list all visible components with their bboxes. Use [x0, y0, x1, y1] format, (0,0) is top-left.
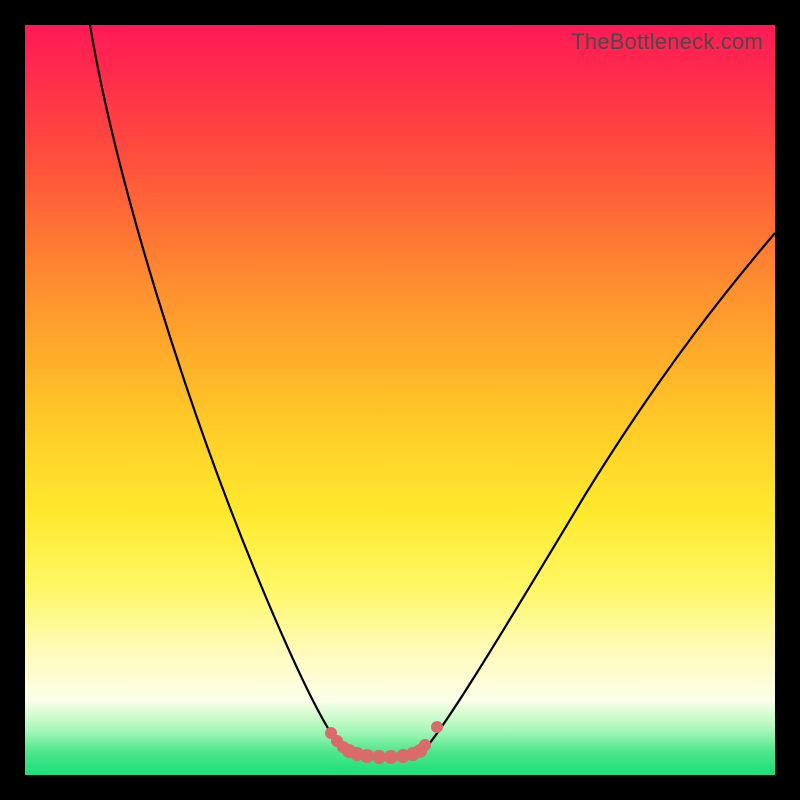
- plot-area: TheBottleneck.com: [25, 25, 775, 775]
- curve-right-arm: [422, 233, 775, 752]
- curve-left-arm: [90, 25, 345, 752]
- bottleneck-curve: [25, 25, 775, 775]
- valley-marker-group: [325, 721, 443, 764]
- chart-frame: TheBottleneck.com: [0, 0, 800, 800]
